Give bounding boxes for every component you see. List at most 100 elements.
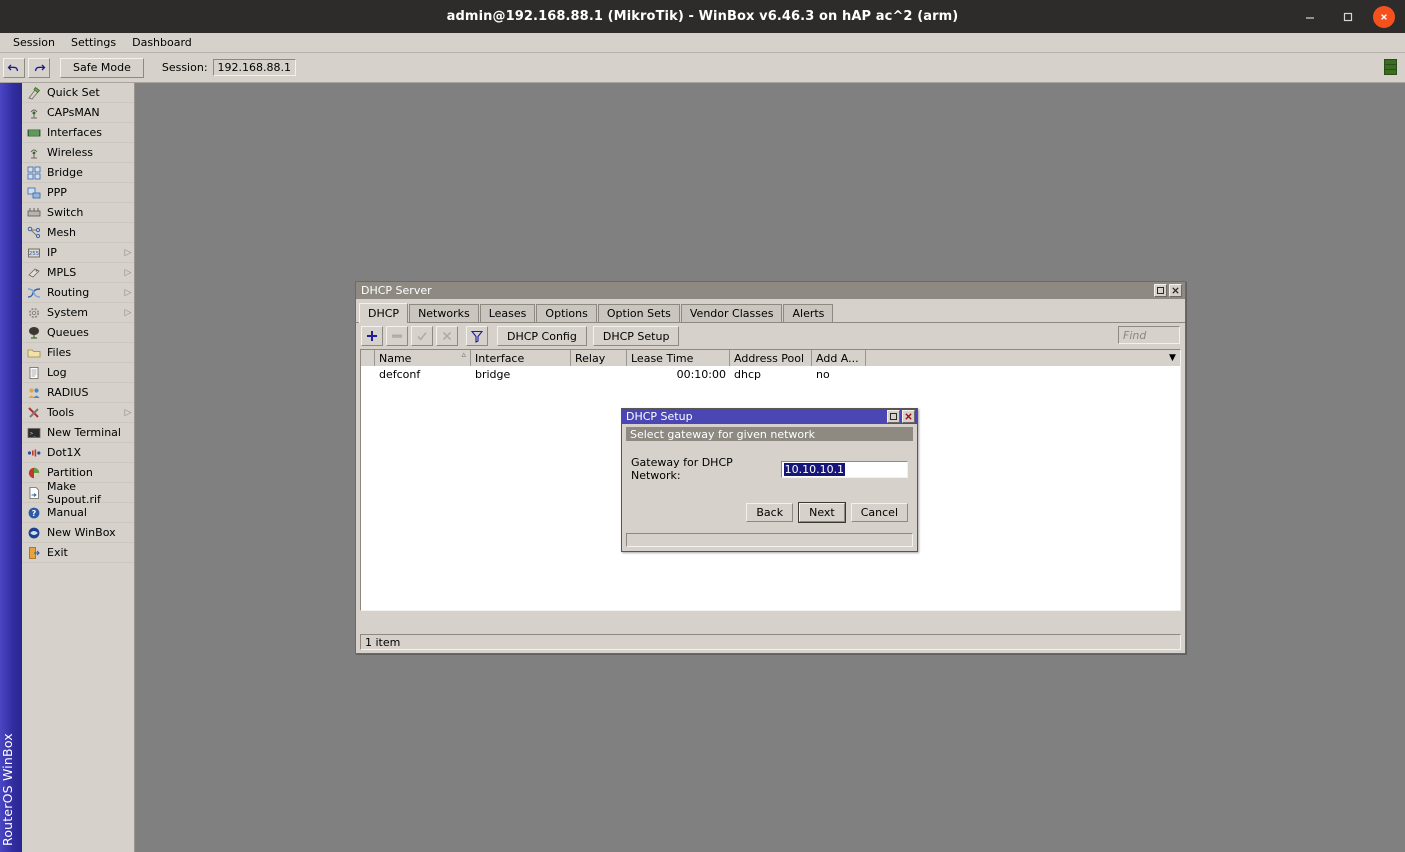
cell-interface: bridge [475, 367, 511, 381]
sidebar-item-new-terminal[interactable]: >_ New Terminal [22, 423, 134, 443]
sidebar-item-ip[interactable]: 255 IP ▷ [22, 243, 134, 263]
close-icon[interactable] [1169, 284, 1182, 297]
dhcp-config-button[interactable]: DHCP Config [497, 326, 587, 346]
mesh-icon [26, 225, 42, 241]
undo-button[interactable] [3, 57, 25, 78]
connection-status-indicator [1384, 59, 1397, 75]
submenu-arrow-icon: ▷ [124, 267, 132, 278]
column-header-interface[interactable]: Interface [471, 350, 571, 366]
sidebar-item-system[interactable]: System ▷ [22, 303, 134, 323]
setup-dialog-title: DHCP Setup [626, 410, 693, 423]
switch-icon [26, 205, 42, 221]
close-icon[interactable] [902, 410, 915, 423]
sidebar-item-manual[interactable]: ? Manual [22, 503, 134, 523]
setup-dialog-titlebar[interactable]: DHCP Setup [622, 409, 917, 424]
sidebar-item-mesh[interactable]: Mesh [22, 223, 134, 243]
sidebar-item-new-winbox[interactable]: New WinBox [22, 523, 134, 543]
sidebar-item-radius[interactable]: RADIUS [22, 383, 134, 403]
table-row[interactable]: defconf bridge 00:10:00 dhcp no [361, 366, 1180, 382]
menu-item-settings[interactable]: Settings [63, 34, 124, 51]
column-header-add-arp[interactable]: Add A... [812, 350, 866, 366]
capsman-icon [26, 105, 42, 121]
submenu-arrow-icon: ▷ [124, 287, 132, 298]
sidebar-item-mpls[interactable]: MPLS ▷ [22, 263, 134, 283]
sidebar-item-wireless[interactable]: Wireless [22, 143, 134, 163]
tab-vendor-classes[interactable]: Vendor Classes [680, 304, 783, 322]
maximize-icon[interactable] [887, 410, 900, 423]
disable-button[interactable] [436, 326, 458, 346]
sidebar-item-ppp[interactable]: PPP [22, 183, 134, 203]
filter-button[interactable] [466, 326, 488, 346]
cancel-button[interactable]: Cancel [850, 503, 908, 522]
tab-options[interactable]: Options [536, 304, 597, 322]
chevron-down-icon[interactable]: ▼ [1165, 350, 1180, 366]
back-button[interactable]: Back [746, 503, 794, 522]
sidebar-item-tools[interactable]: Tools ▷ [22, 403, 134, 423]
sidebar-item-make-supout[interactable]: Make Supout.rif [22, 480, 134, 506]
sidebar-item-queues[interactable]: Queues [22, 323, 134, 343]
session-value[interactable]: 192.168.88.1 [212, 59, 297, 76]
tab-option-sets[interactable]: Option Sets [597, 304, 680, 322]
interfaces-icon [26, 125, 42, 141]
maximize-icon[interactable] [1335, 4, 1361, 30]
tab-networks[interactable]: Networks [409, 304, 479, 322]
row-gutter [361, 366, 375, 382]
redo-button[interactable] [28, 57, 50, 78]
dhcp-toolbar: DHCP Config DHCP Setup Find [356, 323, 1185, 349]
add-button[interactable] [361, 326, 383, 346]
dot1x-icon [26, 445, 42, 461]
sidebar-item-label: MPLS [47, 266, 77, 279]
sidebar-item-label: Exit [47, 546, 68, 559]
close-icon[interactable] [1373, 5, 1395, 28]
next-button[interactable]: Next [798, 502, 846, 523]
column-header-filler [866, 350, 1165, 366]
gateway-field-label: Gateway for DHCP Network: [631, 456, 733, 482]
dhcp-setup-button[interactable]: DHCP Setup [592, 326, 680, 346]
sidebar-item-switch[interactable]: Switch [22, 203, 134, 223]
sidebar-item-exit[interactable]: Exit [22, 543, 134, 563]
column-header-relay[interactable]: Relay [571, 350, 627, 366]
ppp-icon [26, 185, 42, 201]
tab-leases[interactable]: Leases [479, 304, 536, 322]
exit-icon [26, 545, 42, 561]
terminal-icon: >_ [26, 425, 42, 441]
cell-lease-time: 00:10:00 [676, 367, 726, 381]
cell-name: defconf [379, 367, 421, 381]
quickset-icon [26, 85, 42, 101]
sidebar-item-capsman[interactable]: CAPsMAN [22, 103, 134, 123]
search-input[interactable]: Find [1118, 326, 1180, 344]
sidebar-item-files[interactable]: Files [22, 343, 134, 363]
sidebar-item-label: CAPsMAN [47, 106, 100, 119]
queues-icon [26, 325, 42, 341]
sidebar-item-label: System [47, 306, 89, 319]
submenu-arrow-icon: ▷ [124, 247, 132, 258]
table-header-row: Name Interface Relay Lease Time Address … [361, 350, 1180, 366]
sidebar-item-bridge[interactable]: Bridge [22, 163, 134, 183]
remove-button[interactable] [386, 326, 408, 346]
tools-icon [26, 405, 42, 421]
column-header-address-pool[interactable]: Address Pool [730, 350, 812, 366]
sidebar-item-interfaces[interactable]: Interfaces [22, 123, 134, 143]
sidebar-item-routing[interactable]: Routing ▷ [22, 283, 134, 303]
sidebar-item-dot1x[interactable]: Dot1X [22, 443, 134, 463]
tab-dhcp[interactable]: DHCP [359, 303, 409, 323]
enable-button[interactable] [411, 326, 433, 346]
sidebar-item-label: RADIUS [47, 386, 89, 399]
safe-mode-button[interactable]: Safe Mode [60, 57, 144, 78]
dhcp-window-titlebar[interactable]: DHCP Server [356, 282, 1185, 299]
sidebar-item-label: Mesh [47, 226, 76, 239]
sidebar-item-quick-set[interactable]: Quick Set [22, 83, 134, 103]
tab-alerts[interactable]: Alerts [783, 304, 834, 322]
dhcp-setup-dialog: DHCP Setup Select gateway for given netw… [621, 408, 918, 552]
sidebar-item-log[interactable]: Log [22, 363, 134, 383]
gateway-input[interactable]: 10.10.10.1 [780, 460, 908, 478]
maximize-icon[interactable] [1154, 284, 1167, 297]
sidebar-item-label: Dot1X [47, 446, 82, 459]
menu-item-session[interactable]: Session [5, 34, 63, 51]
minimize-icon[interactable] [1297, 4, 1323, 30]
column-header-lease-time[interactable]: Lease Time [627, 350, 730, 366]
column-header-name[interactable]: Name [375, 350, 471, 366]
setup-dialog-statusbar [626, 533, 913, 547]
menu-item-dashboard[interactable]: Dashboard [124, 34, 200, 51]
setup-form: Gateway for DHCP Network: 10.10.10.1 [622, 456, 917, 482]
